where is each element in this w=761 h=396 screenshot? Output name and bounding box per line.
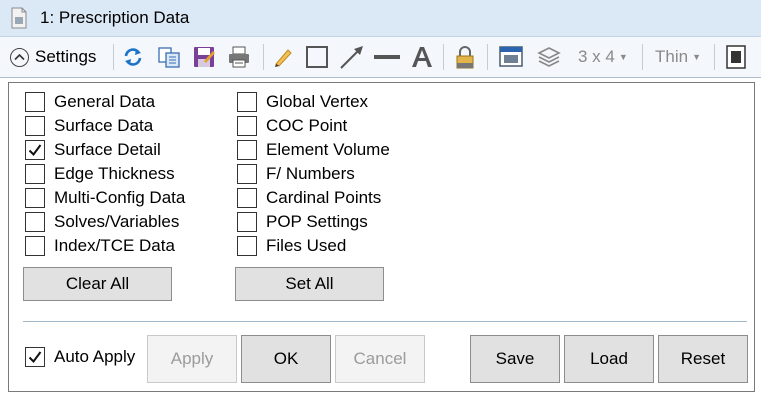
text-icon[interactable]: [410, 42, 434, 72]
option-label: Multi-Config Data: [54, 188, 186, 207]
apply-button[interactable]: Apply: [147, 335, 237, 383]
option-checkbox[interactable]: [25, 236, 45, 256]
option-checkbox[interactable]: [25, 164, 45, 184]
auto-apply-checkbox[interactable]: [25, 347, 45, 367]
option-checkbox-row[interactable]: COC Point: [237, 114, 347, 138]
window-title: 1: Prescription Data: [40, 8, 190, 27]
set-all-button[interactable]: Set All: [235, 267, 384, 301]
option-checkbox-row[interactable]: Multi-Config Data: [25, 186, 185, 210]
option-label: POP Settings: [266, 212, 368, 231]
title-bar: 1: Prescription Data: [0, 0, 761, 37]
line-thickness-value: Thin: [655, 47, 689, 66]
option-checkbox-row[interactable]: Edge Thickness: [25, 162, 175, 186]
arrow-icon[interactable]: [339, 42, 365, 72]
pencil-icon[interactable]: [272, 42, 294, 72]
auto-apply-checkbox-row[interactable]: Auto Apply: [25, 345, 135, 369]
refresh-icon[interactable]: [122, 42, 144, 72]
grid-layout-value: 3 x 4: [578, 47, 615, 66]
layers-icon[interactable]: [537, 42, 561, 72]
option-checkbox-row[interactable]: Index/TCE Data: [25, 234, 175, 258]
option-checkbox[interactable]: [237, 116, 257, 136]
settings-toggle-button[interactable]: Settings: [10, 42, 96, 72]
option-checkbox[interactable]: [237, 92, 257, 112]
option-label: Solves/Variables: [54, 212, 180, 231]
toolbar: Settings 3 x 4 ▼ Thin ▼: [0, 37, 761, 78]
checkmark-icon: [28, 351, 42, 364]
option-label: Surface Data: [54, 116, 154, 135]
cancel-button[interactable]: Cancel: [335, 335, 425, 383]
option-checkbox[interactable]: [237, 236, 257, 256]
clear-all-button[interactable]: Clear All: [23, 267, 172, 301]
option-checkbox-row[interactable]: Solves/Variables: [25, 210, 179, 234]
line-icon[interactable]: [374, 42, 400, 72]
option-label: F/ Numbers: [266, 164, 355, 183]
document-icon: [11, 7, 27, 29]
option-label: Global Vertex: [266, 92, 369, 111]
option-checkbox[interactable]: [25, 212, 45, 232]
caret-down-icon: ▼: [618, 52, 628, 62]
option-checkbox-row[interactable]: Global Vertex: [237, 90, 368, 114]
toolbar-separator: [443, 44, 444, 70]
window-single-icon[interactable]: [725, 42, 747, 72]
option-label: Index/TCE Data: [54, 236, 175, 255]
settings-panel: General Data Surface Data Surface Detail Ed…: [8, 82, 755, 392]
option-checkbox[interactable]: [25, 92, 45, 112]
option-checkbox-row[interactable]: Cardinal Points: [237, 186, 381, 210]
option-checkbox-row[interactable]: Surface Data: [25, 114, 153, 138]
toolbar-separator: [714, 44, 715, 70]
option-label: Files Used: [266, 236, 347, 255]
load-button[interactable]: Load: [564, 335, 654, 383]
option-checkbox[interactable]: [25, 188, 45, 208]
auto-apply-label: Auto Apply: [54, 347, 136, 366]
option-label: Edge Thickness: [54, 164, 175, 183]
copy-icon[interactable]: [157, 42, 181, 72]
option-label: Surface Detail: [54, 140, 161, 159]
grid-layout-dropdown[interactable]: 3 x 4 ▼: [578, 42, 628, 72]
option-checkbox-row[interactable]: Files Used: [237, 234, 346, 258]
prescription-data-window: 1: Prescription Data Settings 3 x 4 ▼ Th…: [0, 0, 761, 396]
reset-button[interactable]: Reset: [658, 335, 748, 383]
line-thickness-dropdown[interactable]: Thin ▼: [655, 42, 701, 72]
option-label: General Data: [54, 92, 156, 111]
ok-button[interactable]: OK: [241, 335, 331, 383]
toolbar-separator: [487, 44, 488, 70]
toolbar-separator: [263, 44, 264, 70]
option-checkbox[interactable]: [237, 212, 257, 232]
option-checkbox-row[interactable]: F/ Numbers: [237, 162, 355, 186]
caret-down-icon: ▼: [692, 52, 701, 62]
toolbar-separator: [642, 44, 643, 70]
lock-icon[interactable]: [454, 42, 476, 72]
print-icon[interactable]: [227, 42, 251, 72]
option-checkbox[interactable]: [237, 164, 257, 184]
chevron-up-icon: [10, 47, 29, 67]
rectangle-icon[interactable]: [305, 42, 329, 72]
option-checkbox-row[interactable]: General Data: [25, 90, 155, 114]
toolbar-separator: [113, 44, 114, 70]
option-checkbox-row[interactable]: Surface Detail: [25, 138, 161, 162]
option-label: Cardinal Points: [266, 188, 382, 207]
window-icon[interactable]: [498, 42, 524, 72]
settings-label: Settings: [35, 47, 97, 66]
checkmark-icon: [28, 144, 42, 157]
save-button[interactable]: Save: [470, 335, 560, 383]
option-checkbox[interactable]: [237, 140, 257, 160]
option-checkbox[interactable]: [237, 188, 257, 208]
option-checkbox[interactable]: [25, 116, 45, 136]
save-icon[interactable]: [192, 42, 216, 72]
option-label: COC Point: [266, 116, 348, 135]
divider: [23, 321, 747, 322]
option-checkbox[interactable]: [25, 140, 45, 160]
option-checkbox-row[interactable]: Element Volume: [237, 138, 390, 162]
option-label: Element Volume: [266, 140, 390, 159]
option-checkbox-row[interactable]: POP Settings: [237, 210, 368, 234]
